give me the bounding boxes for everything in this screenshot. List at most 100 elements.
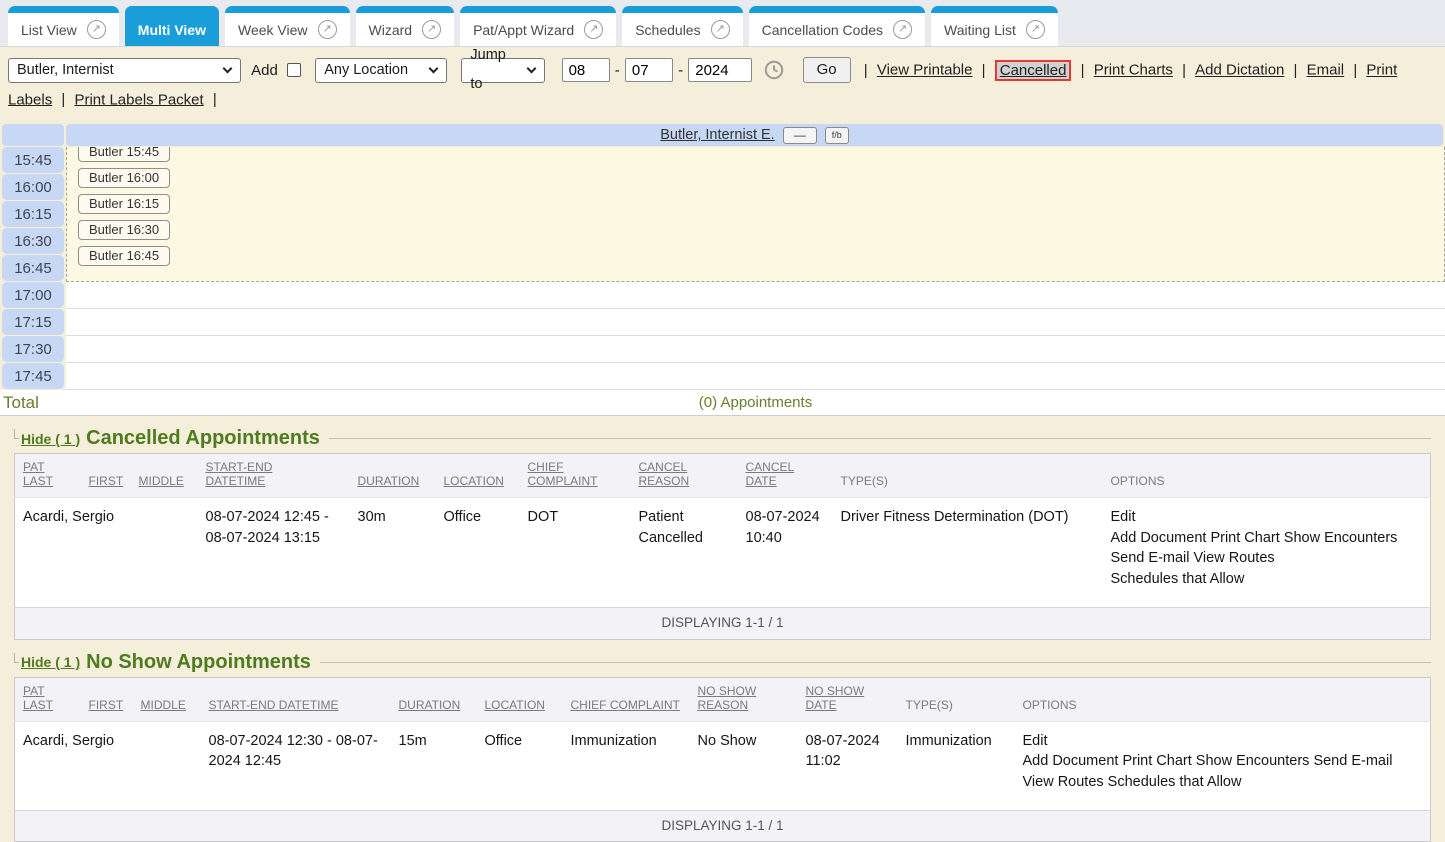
section-title: Cancelled Appointments [86,427,320,450]
time-slot-label[interactable]: 16:00 [2,174,64,200]
no-show-appointments-table: PAT LAST FIRST MIDDLE START-END DATETIME… [14,677,1431,842]
open-new-window-icon[interactable]: ↗ [1026,20,1045,39]
tab-cancellation-codes[interactable]: Cancellation Codes ↗ [749,6,925,46]
col-chief-complaint[interactable]: CHIEF COMPLAINT [563,677,690,721]
col-first[interactable]: FIRST [81,677,133,721]
slot-button[interactable]: Butler 16:00 [78,168,170,188]
cell-options: Edit Add Document Print Chart Show Encou… [1015,721,1431,811]
cell-no-show-reason: No Show [690,721,798,811]
time-slot-label[interactable]: 16:15 [2,201,64,227]
col-pat-last[interactable]: PAT LAST [15,454,81,498]
col-types: TYPE(S) [833,454,1103,498]
options-links[interactable]: View Routes Schedules that Allow [1023,772,1423,793]
col-first[interactable]: FIRST [81,454,131,498]
jump-to-select[interactable]: Jump to [461,58,545,83]
chevron-down-icon [527,64,537,74]
col-no-show-reason[interactable]: NO SHOW REASON [690,677,798,721]
edit-link[interactable]: Edit [1023,731,1423,752]
link-separator: | [1353,62,1357,79]
print-labels-packet-link[interactable]: Print Labels Packet [74,91,203,108]
col-no-show-date[interactable]: NO SHOW DATE [798,677,898,721]
empty-slot-row[interactable] [66,336,1445,363]
empty-slot-row[interactable] [66,282,1445,309]
slot-button[interactable]: Butler 16:45 [78,246,170,266]
col-middle[interactable]: MIDDLE [133,677,201,721]
col-start-end[interactable]: START-END DATETIME [201,677,391,721]
view-printable-link[interactable]: View Printable [877,62,973,79]
provider-select[interactable]: Butler, Internist [8,58,241,83]
year-input[interactable] [688,58,752,82]
options-links[interactable]: Add Document Print Chart Show Encounters… [1023,751,1423,772]
slot-button[interactable]: Butler 15:45 [78,147,170,162]
add-dictation-link[interactable]: Add Dictation [1195,62,1284,79]
tab-waiting-list[interactable]: Waiting List ↗ [931,6,1058,46]
go-button[interactable]: Go [803,57,851,83]
cell-start-end: 08-07-2024 12:30 - 08-07-2024 12:45 [201,721,391,811]
provider-header-link[interactable]: Butler, Internist E. [660,127,774,143]
appointments-count: (0) Appointments [66,394,1445,411]
schedule-body: 15:45 16:00 16:15 16:30 16:45 17:00 17:1… [0,147,1445,390]
time-slot-label[interactable]: 16:30 [2,228,64,254]
time-slot-label[interactable]: 17:00 [2,282,64,308]
add-label: Add [251,62,278,79]
open-new-window-icon[interactable]: ↗ [87,20,106,39]
edit-link[interactable]: Edit [1111,507,1423,528]
open-new-window-icon[interactable]: ↗ [893,20,912,39]
hide-cancelled-link[interactable]: Hide ( 1 ) [21,431,80,447]
time-slot-label[interactable]: 15:45 [2,147,64,173]
time-slot-label[interactable]: 17:45 [2,363,64,389]
open-new-window-icon[interactable]: ↗ [318,20,337,39]
col-start-end[interactable]: START-END DATETIME [198,454,350,498]
clock-icon[interactable] [764,60,784,80]
tab-schedules[interactable]: Schedules ↗ [622,6,742,46]
tab-wizard[interactable]: Wizard ↗ [356,6,455,46]
tab-multi-view[interactable]: Multi View [125,6,219,46]
col-duration[interactable]: DURATION [391,677,477,721]
open-new-window-icon[interactable]: ↗ [584,20,603,39]
time-slot-label[interactable]: 17:30 [2,336,64,362]
link-separator: | [982,62,986,79]
col-cancel-reason[interactable]: CANCEL REASON [631,454,738,498]
empty-slot-row[interactable] [66,363,1445,390]
print-charts-link[interactable]: Print Charts [1094,62,1173,79]
cell-pat-name: Acardi, Sergio [15,498,81,608]
open-new-window-icon[interactable]: ↗ [711,20,730,39]
day-input[interactable] [625,58,673,82]
cancelled-appointments-section: Hide ( 1 ) Cancelled Appointments PAT LA… [14,427,1431,639]
col-location[interactable]: LOCATION [477,677,563,721]
hide-no-show-link[interactable]: Hide ( 1 ) [21,654,80,670]
section-header: Hide ( 1 ) Cancelled Appointments [14,427,1431,450]
table-row: Acardi, Sergio 08-07-2024 12:30 - 08-07-… [15,721,1431,811]
email-link[interactable]: Email [1307,62,1345,79]
col-chief-complaint[interactable]: CHIEF COMPLAINT [520,454,631,498]
fb-button[interactable]: f/b [825,127,849,144]
options-links[interactable]: Add Document Print Chart Show Encounters [1111,528,1423,549]
cell-cancel-reason: Patient Cancelled [631,498,738,608]
col-location[interactable]: LOCATION [436,454,520,498]
slot-button[interactable]: Butler 16:15 [78,194,170,214]
options-links[interactable]: Send E-mail View Routes [1111,548,1423,569]
cell-chief-complaint: Immunization [563,721,690,811]
tab-list-view[interactable]: List View ↗ [8,6,119,46]
minimize-column-button[interactable]: — [783,127,817,144]
open-new-window-icon[interactable]: ↗ [422,20,441,39]
col-duration[interactable]: DURATION [350,454,436,498]
toolbar: Butler, Internist Add Any Location Jump … [0,47,1445,118]
tab-label: Waiting List [944,22,1016,38]
location-select-value: Any Location [324,56,408,85]
slot-button[interactable]: Butler 16:30 [78,220,170,240]
col-cancel-date[interactable]: CANCEL DATE [738,454,833,498]
location-select[interactable]: Any Location [315,58,447,83]
options-links[interactable]: Schedules that Allow [1111,569,1423,590]
time-slot-label[interactable]: 16:45 [2,255,64,281]
add-checkbox[interactable] [287,63,301,77]
col-pat-last[interactable]: PAT LAST [15,677,81,721]
month-input[interactable] [562,58,610,82]
tab-week-view[interactable]: Week View ↗ [225,6,350,46]
tab-pat-appt-wizard[interactable]: Pat/Appt Wizard ↗ [460,6,616,46]
empty-slot-row[interactable] [66,309,1445,336]
cell-pat-name: Acardi, Sergio [15,721,81,811]
cancelled-link[interactable]: Cancelled [995,60,1072,81]
time-slot-label[interactable]: 17:15 [2,309,64,335]
col-middle[interactable]: MIDDLE [131,454,198,498]
